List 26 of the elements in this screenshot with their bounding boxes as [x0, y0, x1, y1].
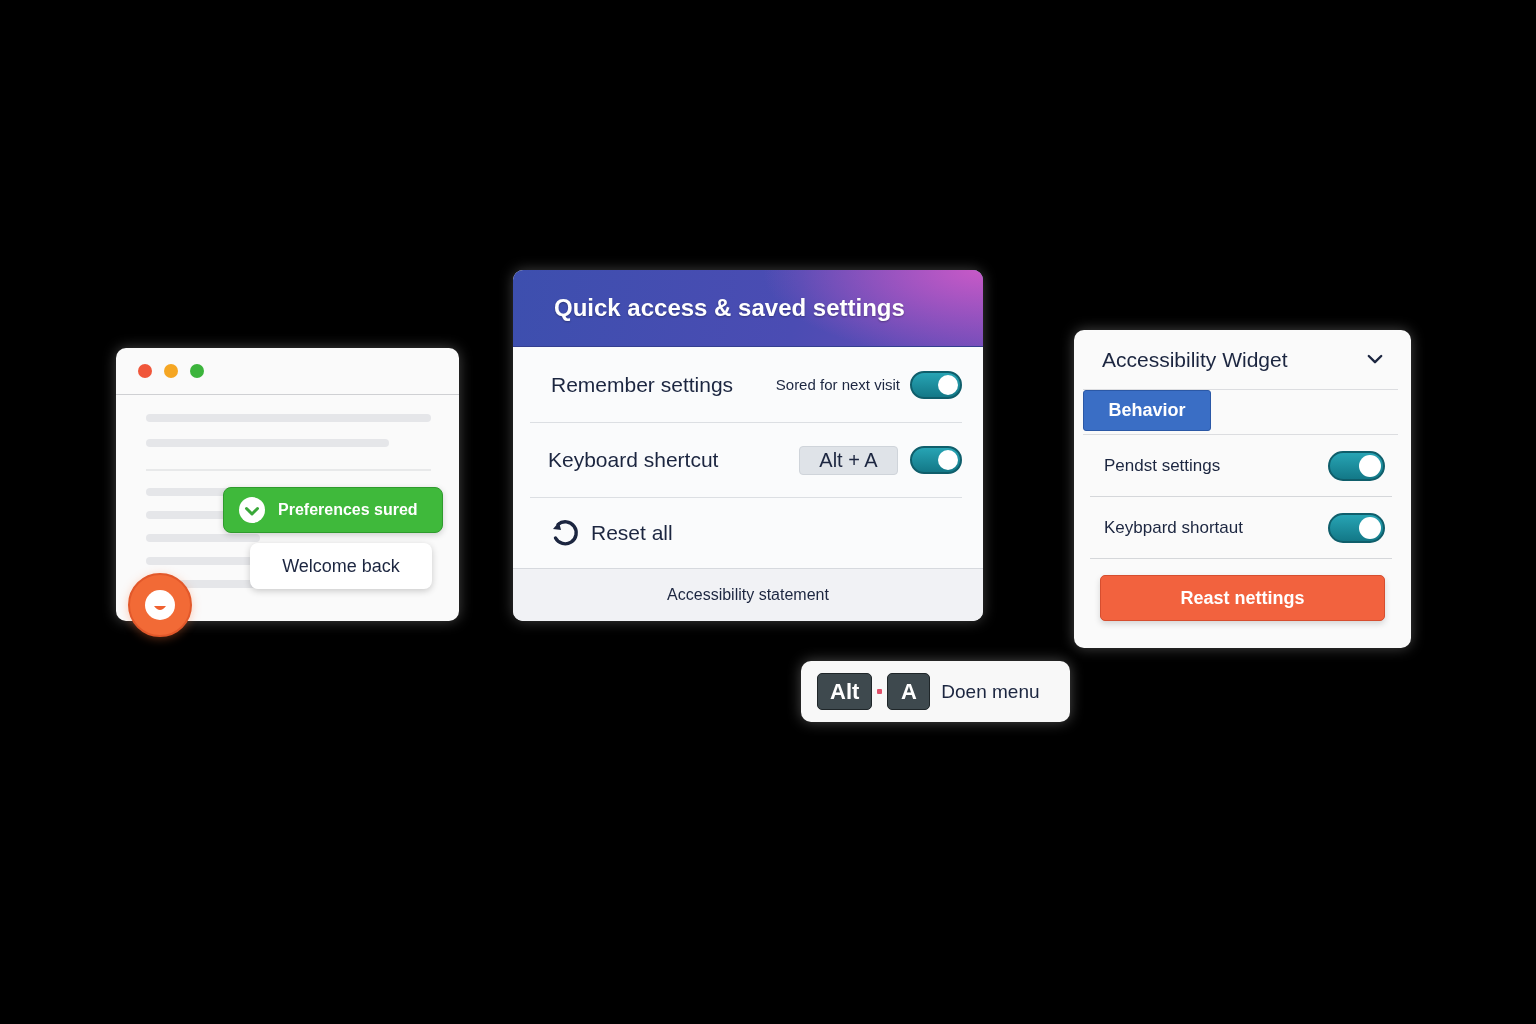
chevron-down-icon[interactable] [1367, 354, 1383, 365]
reset-all-button[interactable]: Reset all [550, 518, 673, 548]
setting-label: Pendst settings [1104, 455, 1221, 476]
keyboard-key: A [887, 673, 931, 710]
shortcut-key: Alt + A [799, 445, 898, 475]
smile-icon [145, 590, 175, 620]
window-control-icon[interactable] [190, 364, 204, 378]
window-control-icon[interactable] [138, 364, 152, 378]
welcome-message: Welcome back [250, 543, 432, 589]
toggle-switch[interactable] [1328, 512, 1385, 543]
toggle-switch[interactable] [1328, 450, 1385, 481]
toggle-switch[interactable] [910, 370, 962, 399]
toggle-switch[interactable] [910, 446, 962, 474]
setting-note: Sored for next visit [775, 376, 900, 393]
check-circle-icon [238, 496, 266, 524]
setting-label: Remember settings [551, 372, 734, 397]
widget-title: Accessibility Widget [1102, 347, 1288, 372]
panel-title: Quick access & saved settings [554, 294, 905, 322]
reset-icon [550, 518, 580, 548]
keyboard-key: Alt [817, 673, 873, 710]
setting-label: Keybpard shortaut [1104, 517, 1243, 538]
toast-message: Preferences sured [278, 501, 418, 519]
tab[interactable]: Behavior [1083, 390, 1211, 431]
hint-label: Doen menu [941, 680, 1040, 703]
setting-label: Keyboard shertcut [548, 448, 719, 472]
statement-link[interactable]: Accessibility statement [667, 586, 829, 604]
